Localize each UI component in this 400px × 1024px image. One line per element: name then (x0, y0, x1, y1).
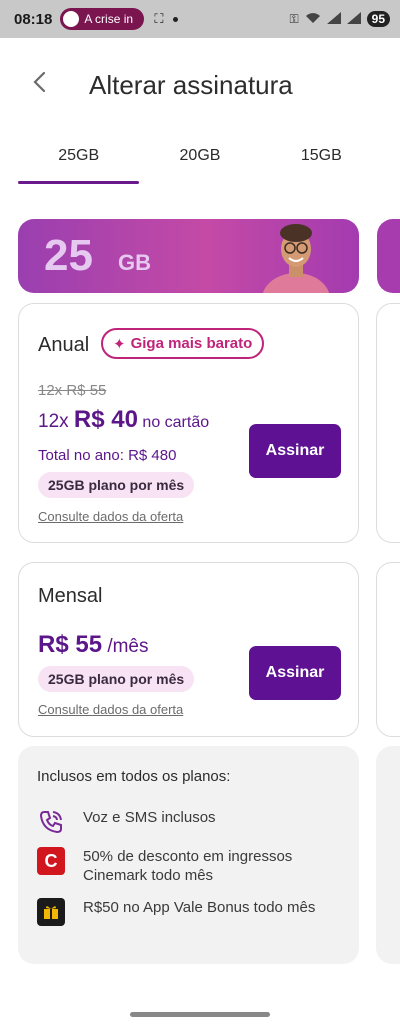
signal-icon (326, 11, 341, 27)
next-card-peek (376, 562, 400, 737)
chevron-left-icon (33, 71, 46, 93)
included-title: Inclusos em todos os planos: (37, 768, 231, 785)
next-card-peek (376, 746, 400, 964)
gb-tabs: 25GB 20GB 15GB (18, 140, 382, 184)
phone-icon (37, 808, 65, 836)
included-benefits: Inclusos em todos os planos: Voz e SMS i… (18, 746, 359, 964)
status-bar: 08:18 A crise in ⛶ ⚿ 95 (0, 0, 400, 38)
banner-gb-unit: GB (118, 250, 151, 275)
benefit-item: C 50% de desconto em ingressos Cinemark … (37, 847, 323, 885)
installments-prefix: 12x (38, 411, 74, 432)
more-notifications-icon (173, 16, 179, 22)
key-icon: ⚿ (289, 11, 299, 26)
monthly-plan-title: Mensal (38, 585, 103, 607)
notification-text: A crise in (84, 12, 134, 26)
monthly-price: R$ 55 /mês (38, 631, 149, 659)
signal-icon-2 (346, 11, 361, 27)
battery-icon: 95 (366, 11, 390, 27)
screenshot-icon: ⛶ (154, 11, 164, 26)
gift-icon (37, 898, 65, 926)
plan-banner: 25 GB (18, 219, 359, 293)
cinemark-icon: C (37, 847, 65, 875)
old-price: 12x R$ 55 (38, 382, 107, 399)
tab-20gb[interactable]: 20GB (139, 140, 260, 184)
tab-25gb[interactable]: 25GB (18, 140, 140, 184)
offer-details-link[interactable]: Consulte dados da oferta (38, 509, 183, 524)
annual-plan-title: Anual (38, 334, 90, 356)
banner-gb-number: 25 (44, 231, 93, 280)
back-button[interactable] (30, 70, 60, 100)
annual-price: 12x R$ 40 no cartão (38, 406, 209, 434)
wifi-icon (305, 12, 321, 27)
monthly-subscribe-button[interactable]: Assinar (249, 646, 341, 700)
benefit-text: 50% de desconto em ingressos Cinemark to… (83, 848, 293, 884)
next-banner-peek (377, 219, 400, 293)
notification-pill[interactable]: A crise in (60, 8, 145, 30)
tab-15gb[interactable]: 15GB (261, 140, 382, 184)
price-suffix: /mês (102, 636, 149, 657)
annual-plan-card: Anual ✦ Giga mais barato 12x R$ 55 12x R… (18, 303, 359, 543)
data-pill: 25GB plano por mês (38, 472, 195, 498)
monthly-plan-card: Mensal R$ 55 /mês 25GB plano por mês Con… (18, 562, 359, 737)
benefit-item: Voz e SMS inclusos (37, 808, 323, 836)
notification-app-icon (63, 11, 80, 27)
benefit-text: Voz e SMS inclusos (83, 809, 216, 826)
status-time: 08:18 (14, 10, 53, 28)
price-suffix: no cartão (137, 414, 210, 431)
price-value: R$ 40 (73, 406, 138, 433)
page-title: Alterar assinatura (89, 70, 293, 100)
benefit-item: R$50 no App Vale Bonus todo mês (37, 898, 323, 926)
price-value: R$ 55 (38, 631, 103, 658)
cheapest-badge: ✦ Giga mais barato (101, 328, 265, 359)
home-indicator[interactable] (130, 1012, 270, 1017)
total-year: Total no ano: R$ 480 (38, 447, 177, 464)
offer-details-link[interactable]: Consulte dados da oferta (38, 702, 183, 717)
annual-subscribe-button[interactable]: Assinar (249, 424, 341, 478)
badge-label: Giga mais barato (130, 335, 253, 352)
data-pill: 25GB plano por mês (38, 666, 195, 692)
sparkle-icon: ✦ (113, 335, 126, 353)
benefit-text: R$50 no App Vale Bonus todo mês (83, 899, 316, 916)
next-card-peek (376, 303, 400, 543)
person-photo (262, 224, 330, 293)
